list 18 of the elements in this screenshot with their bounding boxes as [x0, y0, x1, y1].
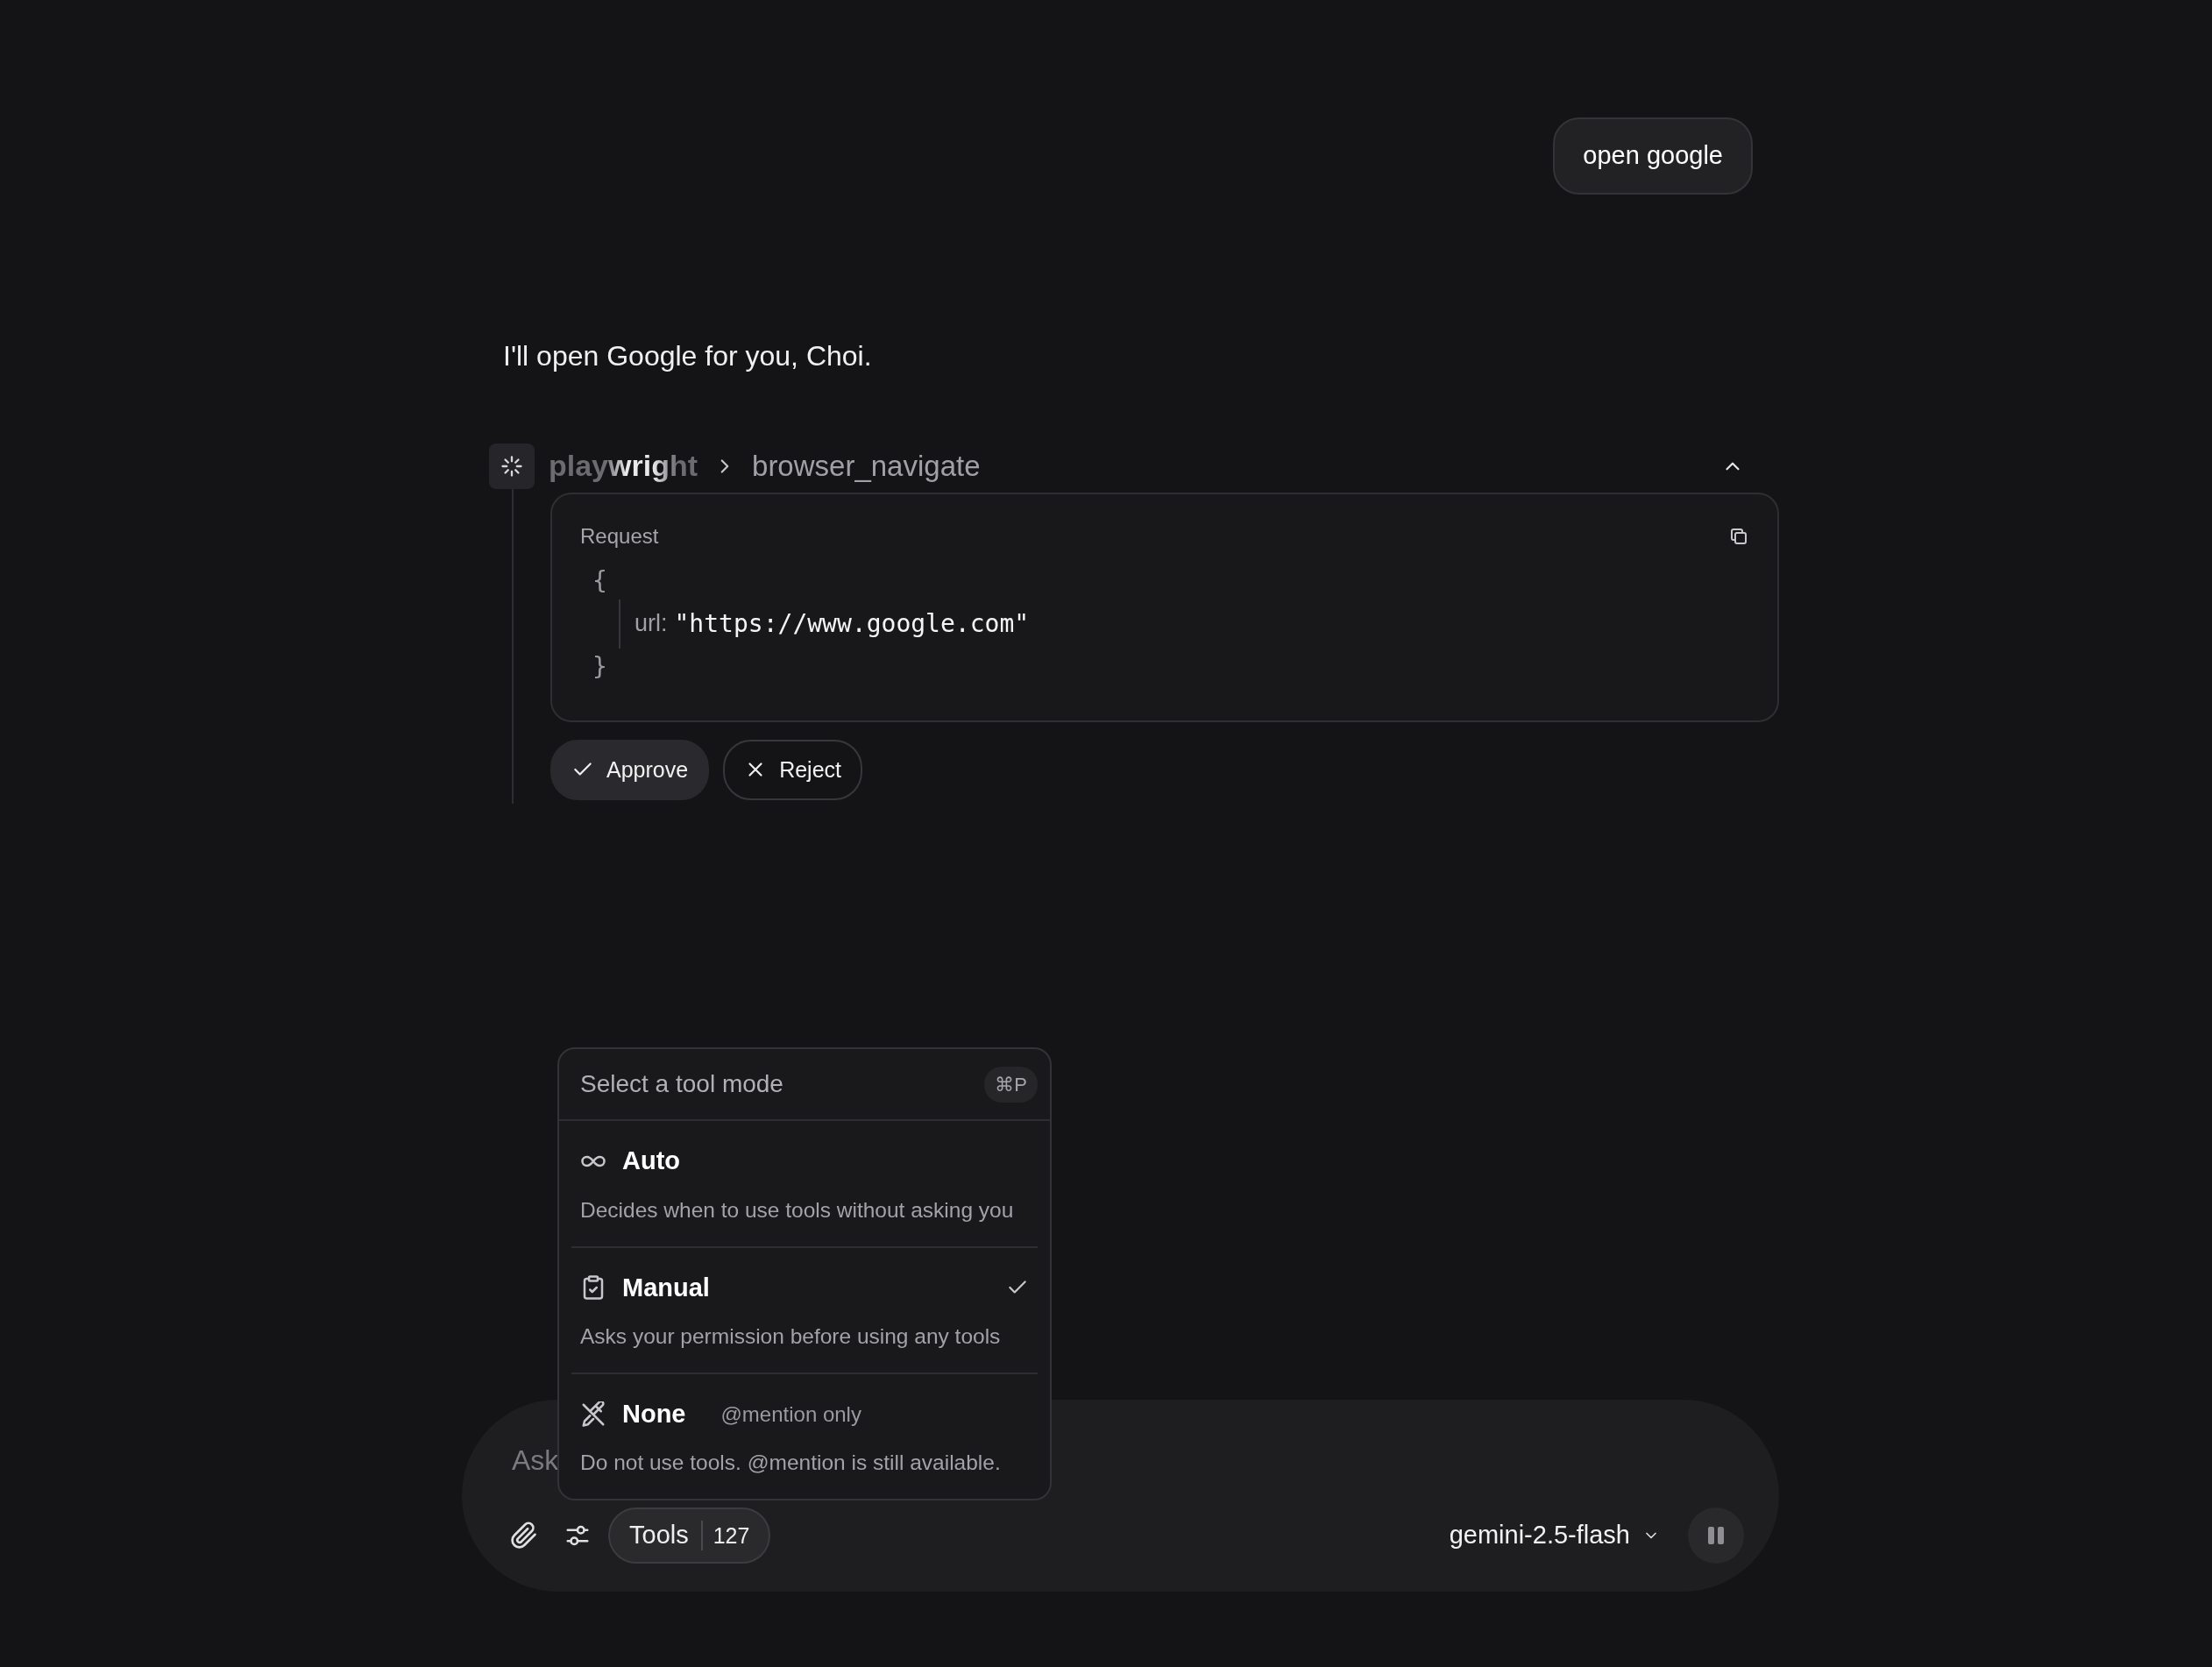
option-description: Asks your permission before using any tools [580, 1323, 1002, 1350]
json-value: "https://www.google.com" [674, 607, 1030, 640]
tool-name: browser_navigate [752, 448, 981, 484]
menu-title: Select a tool mode [580, 1069, 783, 1100]
user-message: open google [1553, 117, 1753, 195]
code-brace: } [592, 650, 608, 683]
option-note: @mention only [720, 1401, 861, 1428]
request-label: Request [580, 522, 659, 550]
option-name: Auto [622, 1146, 681, 1177]
option-name: Manual [622, 1272, 710, 1303]
tools-count: 127 [700, 1521, 750, 1550]
assistant-message: I'll open Google for you, Choi. [503, 338, 873, 373]
json-key: url: [635, 606, 668, 642]
shortcut-badge: ⌘P [984, 1066, 1038, 1103]
option-description: Do not use tools. @mention is still available. [580, 1450, 1002, 1477]
option-description: Decides when to use tools without asking you [580, 1196, 1015, 1224]
option-name: None [622, 1398, 686, 1429]
code-brace: { [592, 564, 608, 597]
